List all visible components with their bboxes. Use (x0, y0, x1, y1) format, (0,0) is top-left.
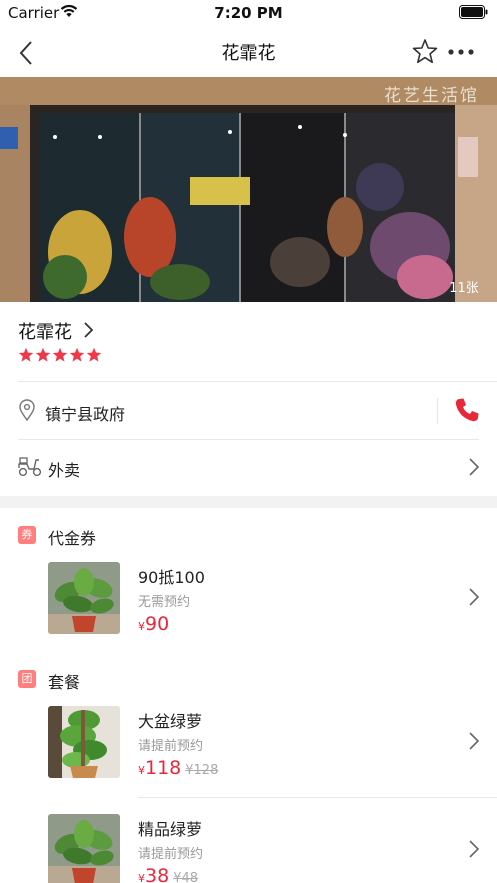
voucher-section-title: 代金券 (48, 529, 97, 548)
original-price: ¥128 (185, 763, 219, 778)
rating-star-icon (35, 347, 51, 362)
deal-price: ¥38 ¥48 (138, 865, 198, 883)
more-button[interactable] (446, 37, 478, 67)
rating-stars (18, 347, 103, 367)
chevron-right-icon (469, 588, 480, 606)
chevron-left-icon (19, 41, 32, 65)
favorite-button[interactable] (410, 37, 440, 67)
deal-title: 90抵100 (138, 568, 205, 587)
shop-name-link[interactable]: 花霏花 (18, 318, 94, 343)
status-time: 7:20 PM (214, 4, 283, 22)
address-row[interactable]: 镇宁县政府 (0, 382, 497, 439)
original-price: ¥48 (173, 871, 199, 883)
section-gap (0, 496, 497, 508)
chevron-right-icon (469, 458, 480, 476)
price-value: 90 (145, 613, 170, 635)
address-text: 镇宁县政府 (45, 405, 126, 424)
battery-icon (459, 5, 488, 19)
potted-plant-image (48, 706, 120, 778)
package-section-title: 套餐 (48, 673, 81, 692)
currency-symbol: ¥ (138, 620, 145, 633)
package-badge: 团 (18, 670, 36, 688)
price-value: 38 (145, 865, 170, 883)
deal-subtitle: 无需预约 (138, 595, 191, 610)
more-dots-icon (448, 49, 474, 55)
deal-price: ¥90 (138, 613, 169, 635)
star-outline-icon (412, 39, 438, 64)
package-card[interactable]: 大盆绿萝 请提前预约 ¥118 ¥128 (0, 706, 497, 806)
nav-bar: 花霏花 (0, 26, 497, 77)
delivery-row[interactable]: 外卖 (0, 439, 497, 496)
rating-star-icon (86, 347, 102, 362)
deal-subtitle: 请提前预约 (138, 847, 204, 862)
storefront-image (0, 77, 497, 302)
shop-name: 花霏花 (18, 322, 72, 343)
potted-plant-image (48, 562, 120, 634)
location-pin-icon (19, 399, 35, 421)
deal-title: 大盆绿萝 (138, 712, 203, 731)
back-button[interactable] (12, 38, 42, 68)
status-bar: Carrier 7:20 PM (0, 0, 497, 26)
deal-thumbnail (48, 814, 120, 883)
currency-symbol: ¥ (138, 872, 145, 883)
chevron-right-icon (469, 840, 480, 858)
deal-thumbnail (48, 706, 120, 778)
shop-photo-banner[interactable]: 花艺生活馆 11张 (0, 77, 497, 302)
deal-subtitle: 请提前预约 (138, 739, 204, 754)
voucher-card[interactable]: 90抵100 无需预约 ¥90 (0, 562, 497, 662)
rating-star-icon (52, 347, 68, 362)
rating-star-icon (18, 347, 34, 362)
rating-star-icon (69, 347, 85, 362)
price-value: 118 (145, 757, 182, 779)
currency-symbol: ¥ (138, 764, 145, 777)
phone-icon[interactable] (453, 396, 481, 424)
deal-price: ¥118 ¥128 (138, 757, 218, 779)
package-card[interactable]: 精品绿萝 请提前预约 ¥38 ¥48 (0, 814, 497, 883)
voucher-badge: 券 (18, 526, 36, 544)
photo-count-label: 11张 (449, 281, 479, 296)
potted-plant-image (48, 814, 120, 883)
deal-thumbnail (48, 562, 120, 634)
call-divider (437, 398, 438, 424)
deal-title: 精品绿萝 (138, 820, 203, 839)
scooter-icon (18, 457, 42, 477)
storefront-sign-text: 花艺生活馆 (384, 86, 479, 106)
divider (138, 797, 497, 798)
chevron-right-icon (84, 322, 94, 338)
chevron-right-icon (469, 732, 480, 750)
delivery-label: 外卖 (48, 461, 81, 480)
